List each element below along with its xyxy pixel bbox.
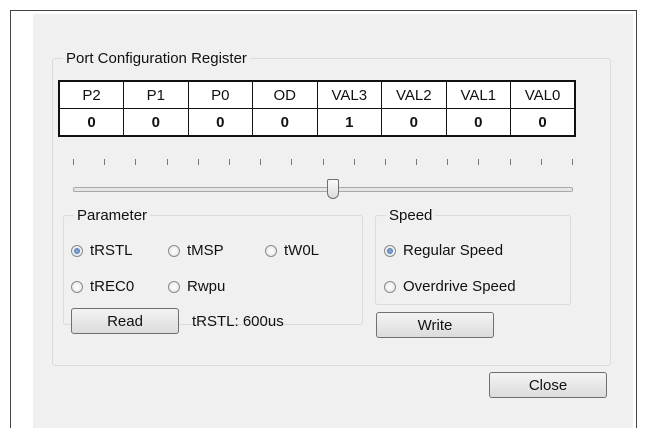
slider-tick [198, 159, 199, 165]
slider-tick [323, 159, 324, 165]
slider-tick [167, 159, 168, 165]
register-header-od: OD [252, 80, 318, 109]
port-config-title: Port Configuration Register [63, 50, 250, 67]
register-value-val2[interactable]: 0 [381, 108, 447, 137]
register-header-val1: VAL1 [445, 80, 511, 109]
radio-button-icon [168, 280, 180, 293]
radio-tw0l[interactable]: tW0L [265, 242, 319, 259]
radio-tw0l-label: tW0L [284, 242, 320, 259]
register-slider[interactable] [73, 149, 573, 199]
register-value-val1[interactable]: 0 [445, 108, 511, 137]
slider-tick [291, 159, 292, 165]
slider-tick [73, 159, 74, 165]
slider-tick [541, 159, 542, 165]
register-value-row: 0 0 0 0 1 0 0 0 [58, 108, 576, 137]
slider-tick [447, 159, 448, 165]
register-header-row: P2 P1 P0 OD VAL3 VAL2 VAL1 VAL0 [58, 80, 576, 109]
radio-rwpu[interactable]: Rwpu [168, 278, 225, 295]
slider-tick [260, 159, 261, 165]
radio-trstl[interactable]: tRSTL [71, 242, 133, 259]
slider-track[interactable] [73, 187, 573, 192]
register-header-val3: VAL3 [316, 80, 382, 109]
speed-group: Speed Regular Speed Overdrive Speed [375, 207, 571, 305]
slider-tick [354, 159, 355, 165]
register-value-val3[interactable]: 1 [316, 108, 382, 137]
radio-button-icon [168, 244, 180, 257]
slider-tick [135, 159, 136, 165]
slider-tick [104, 159, 105, 165]
radio-button-icon [71, 280, 83, 293]
slider-thumb[interactable] [327, 179, 339, 199]
radio-rwpu-label: Rwpu [187, 278, 226, 295]
radio-button-icon [384, 244, 396, 257]
config-dialog: Port Configuration Register P2 P1 P0 OD … [33, 14, 633, 428]
slider-tick [572, 159, 573, 165]
register-value-od[interactable]: 0 [252, 108, 318, 137]
register-header-p0: P0 [187, 80, 253, 109]
write-button[interactable]: Write [376, 312, 494, 338]
radio-overdrive-speed-label: Overdrive Speed [403, 278, 516, 295]
close-button[interactable]: Close [489, 372, 607, 398]
read-button[interactable]: Read [71, 308, 179, 334]
radio-trstl-label: tRSTL [90, 242, 133, 259]
slider-tick [385, 159, 386, 165]
radio-trec0-label: tREC0 [90, 278, 135, 295]
slider-ticks [73, 159, 573, 167]
register-value-p2[interactable]: 0 [58, 108, 124, 137]
slider-tick [478, 159, 479, 165]
parameter-readout: tRSTL: 600us [192, 313, 284, 330]
radio-tmsp[interactable]: tMSP [168, 242, 224, 259]
parameter-group: Parameter tRSTL tMSP tW0L tREC0 Rwpu Rea… [63, 207, 363, 334]
register-header-p1: P1 [123, 80, 189, 109]
slider-tick [510, 159, 511, 165]
radio-button-icon [384, 280, 396, 293]
slider-tick [416, 159, 417, 165]
register-value-p1[interactable]: 0 [123, 108, 189, 137]
register-value-val0[interactable]: 0 [510, 108, 576, 137]
register-header-val0: VAL0 [510, 80, 576, 109]
parameter-title: Parameter [74, 207, 151, 224]
register-header-p2: P2 [58, 80, 124, 109]
radio-overdrive-speed[interactable]: Overdrive Speed [384, 278, 516, 295]
register-header-val2: VAL2 [381, 80, 447, 109]
radio-trec0[interactable]: tREC0 [71, 278, 134, 295]
radio-regular-speed[interactable]: Regular Speed [384, 242, 503, 259]
register-table: P2 P1 P0 OD VAL3 VAL2 VAL1 VAL0 0 0 0 0 … [58, 80, 576, 137]
radio-tmsp-label: tMSP [187, 242, 224, 259]
speed-title: Speed [386, 207, 436, 224]
radio-regular-speed-label: Regular Speed [403, 242, 504, 259]
register-value-p0[interactable]: 0 [187, 108, 253, 137]
slider-tick [229, 159, 230, 165]
radio-button-icon [71, 244, 83, 257]
radio-button-icon [265, 244, 277, 257]
